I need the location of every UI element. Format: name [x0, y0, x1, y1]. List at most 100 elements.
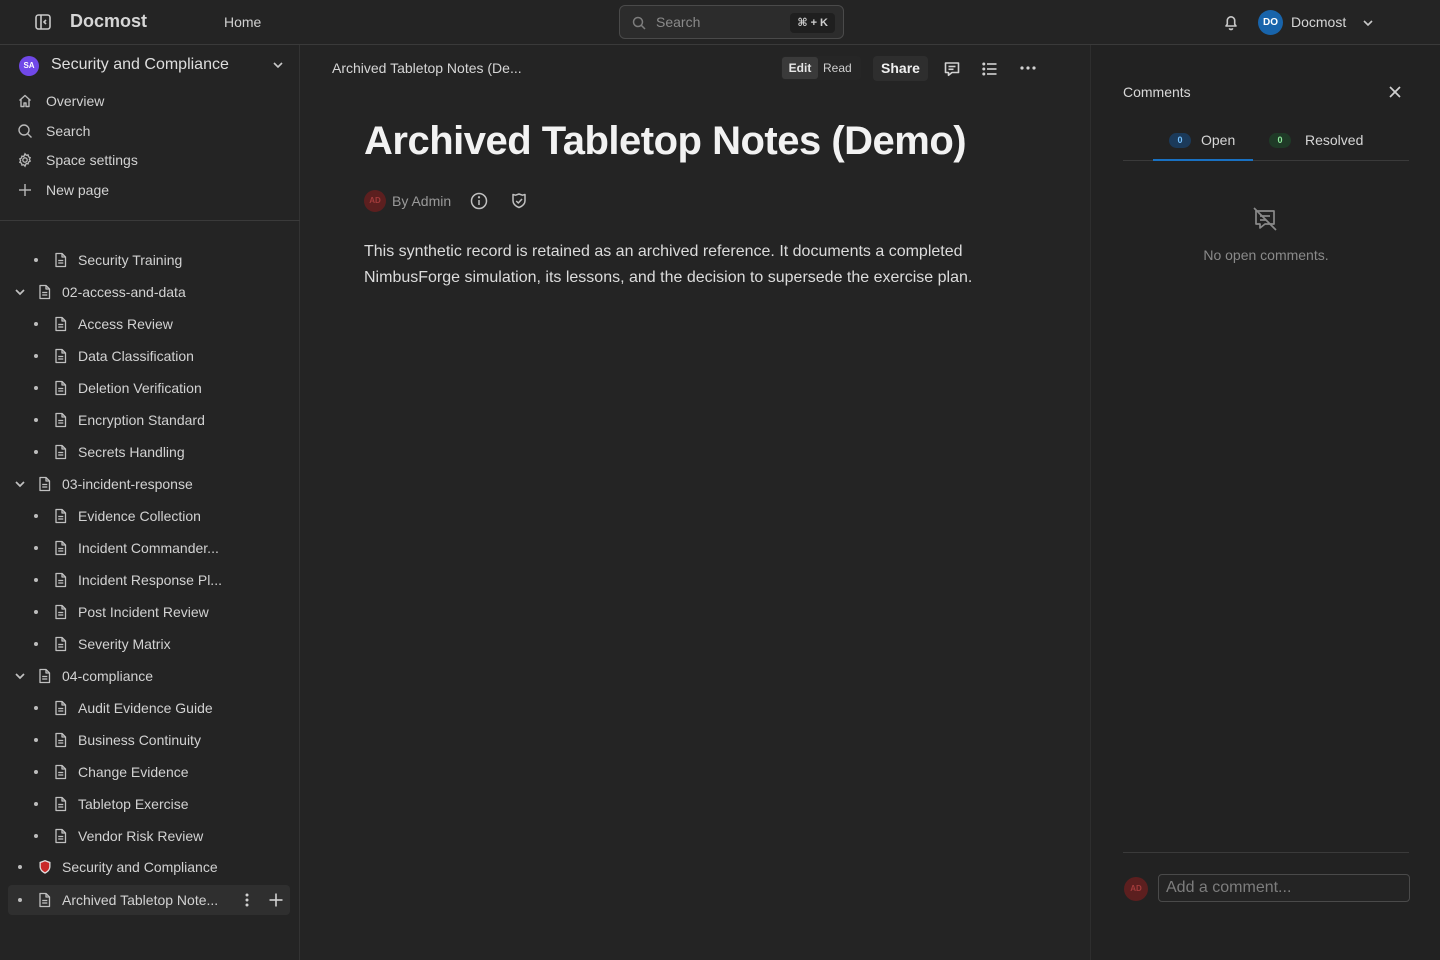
sidebar-item-overview[interactable]: Overview — [0, 86, 300, 114]
tree-item[interactable]: Security and Compliance — [8, 852, 290, 882]
document-icon — [53, 412, 68, 428]
bullet-dot — [18, 898, 22, 902]
sidebar-divider — [0, 220, 300, 221]
document-icon — [53, 572, 68, 588]
tree-item-label: Evidence Collection — [78, 508, 201, 524]
document-icon — [53, 540, 68, 556]
breadcrumb[interactable]: Archived Tabletop Notes (De... — [332, 60, 522, 76]
tree-item-label: Archived Tabletop Note... — [62, 892, 219, 908]
document-icon — [37, 284, 52, 300]
tree-item[interactable]: Audit Evidence Guide — [8, 693, 290, 723]
tree-item-label: 02-access-and-data — [62, 284, 186, 300]
tree-item[interactable]: Tabletop Exercise — [8, 789, 290, 819]
tree-item[interactable]: 04-compliance — [8, 661, 290, 691]
document-icon — [53, 316, 68, 332]
brand-logo[interactable]: Docmost — [70, 11, 147, 32]
tree-item[interactable]: Access Review — [8, 309, 290, 339]
page-author: By Admin — [392, 193, 452, 209]
open-count-badge: 0 — [1169, 133, 1191, 148]
search-button[interactable]: Search ⌘ + K — [619, 5, 844, 39]
tree-item[interactable]: Archived Tabletop Note... — [8, 885, 290, 915]
more-options-icon[interactable] — [1018, 59, 1038, 79]
tab-label: Open — [1201, 132, 1236, 148]
chevron-down-icon[interactable] — [13, 285, 27, 299]
sidebar-item-label: New page — [46, 182, 110, 198]
chevron-down-icon[interactable] — [271, 58, 285, 72]
tab-open[interactable]: 0 Open — [1153, 125, 1253, 161]
sidebar-item-label: Overview — [46, 93, 105, 109]
bullet-dot — [34, 354, 38, 358]
shield-verified-icon[interactable] — [509, 191, 529, 211]
tree-item-label: Encryption Standard — [78, 412, 205, 428]
tree-item[interactable]: Change Evidence — [8, 757, 290, 787]
tree-item-label: Post Incident Review — [78, 604, 209, 620]
comments-toggle-icon[interactable] — [942, 59, 962, 79]
mode-edit-button[interactable]: Edit — [782, 57, 818, 79]
document-icon — [53, 764, 68, 780]
notifications-bell-icon[interactable] — [1221, 12, 1241, 32]
document-icon — [53, 604, 68, 620]
comments-title: Comments — [1123, 84, 1191, 100]
author-avatar: AD — [364, 190, 386, 212]
tab-label: Resolved — [1305, 132, 1364, 148]
sidebar-item-search[interactable]: Search — [0, 116, 300, 144]
tree-item[interactable]: Evidence Collection — [8, 501, 290, 531]
bullet-dot — [34, 546, 38, 550]
tree-item[interactable]: Post Incident Review — [8, 597, 290, 627]
tree-item[interactable]: Encryption Standard — [8, 405, 290, 435]
tree-item[interactable]: 03-incident-response — [8, 469, 290, 499]
page-title[interactable]: Archived Tabletop Notes (Demo) — [364, 119, 967, 164]
bullet-dot — [34, 770, 38, 774]
chevron-down-icon[interactable] — [13, 477, 27, 491]
bullet-dot — [34, 514, 38, 518]
user-avatar[interactable]: DO — [1258, 10, 1283, 35]
bullet-dot — [34, 578, 38, 582]
mode-read-button[interactable]: Read — [823, 56, 852, 80]
bullet-dot — [34, 738, 38, 742]
tree-item[interactable]: Incident Response Pl... — [8, 565, 290, 595]
document-icon — [53, 444, 68, 460]
search-label: Search — [656, 14, 701, 30]
tree-item[interactable]: Security Training — [8, 245, 290, 275]
tree-item[interactable]: Incident Commander... — [8, 533, 290, 563]
document-icon — [37, 668, 52, 684]
space-switcher[interactable]: SA Security and Compliance — [0, 45, 300, 89]
tab-resolved[interactable]: 0 Resolved — [1263, 125, 1383, 161]
bullet-dot — [34, 418, 38, 422]
tree-item[interactable]: Severity Matrix — [8, 629, 290, 659]
home-link[interactable]: Home — [224, 14, 261, 30]
document-icon — [53, 796, 68, 812]
chevron-down-icon[interactable] — [13, 669, 27, 683]
sidebar-item-label: Space settings — [46, 152, 138, 168]
info-icon[interactable] — [469, 191, 489, 211]
sidebar-toggle-icon[interactable] — [33, 12, 53, 32]
page-body-paragraph[interactable]: This synthetic record is retained as an … — [364, 239, 1024, 291]
user-menu-name[interactable]: Docmost — [1291, 14, 1346, 30]
add-comment-input[interactable] — [1158, 874, 1410, 902]
add-subpage-icon[interactable] — [267, 891, 285, 909]
close-icon[interactable] — [1386, 83, 1404, 101]
tree-item[interactable]: Business Continuity — [8, 725, 290, 755]
tree-item-label: Severity Matrix — [78, 636, 171, 652]
tree-item[interactable]: Data Classification — [8, 341, 290, 371]
tree-item[interactable]: 02-access-and-data — [8, 277, 290, 307]
more-vertical-icon[interactable] — [239, 892, 255, 908]
search-icon — [632, 16, 646, 30]
tree-item[interactable]: Secrets Handling — [8, 437, 290, 467]
document-icon — [53, 700, 68, 716]
document-icon — [53, 380, 68, 396]
document-icon — [53, 252, 68, 268]
tree-item-label: Business Continuity — [78, 732, 201, 748]
bullet-dot — [34, 834, 38, 838]
sidebar-item-new-page[interactable]: New page — [0, 175, 300, 203]
tree-item[interactable]: Vendor Risk Review — [8, 821, 290, 851]
tree-item-label: Security and Compliance — [62, 859, 218, 875]
edit-read-toggle[interactable]: Edit Read — [781, 56, 861, 80]
tree-item[interactable]: Deletion Verification — [8, 373, 290, 403]
chevron-down-icon[interactable] — [1361, 16, 1375, 30]
table-of-contents-icon[interactable] — [980, 59, 1000, 79]
sidebar-item-space-settings[interactable]: Space settings — [0, 145, 300, 173]
plus-icon — [17, 182, 33, 198]
comments-panel: Comments 0 Open 0 Resolved No open comme… — [1090, 45, 1440, 960]
share-button[interactable]: Share — [873, 56, 928, 81]
